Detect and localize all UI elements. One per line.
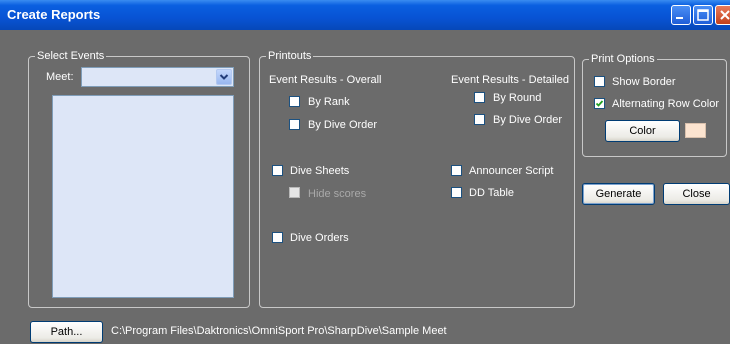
maximize-icon — [697, 9, 709, 21]
close-button[interactable]: Close — [663, 183, 730, 205]
close-window-button[interactable] — [715, 5, 730, 25]
title-bar[interactable]: Create Reports — [0, 0, 730, 30]
checkmark-icon — [595, 100, 604, 107]
minimize-icon — [676, 17, 683, 19]
by-round-label[interactable]: By Round — [493, 92, 541, 105]
alternating-row-color-checkbox[interactable] — [594, 98, 605, 109]
dive-orders-label[interactable]: Dive Orders — [290, 232, 349, 245]
announcer-script-label[interactable]: Announcer Script — [469, 165, 553, 178]
dd-table-checkbox[interactable] — [451, 187, 462, 198]
meet-dropdown[interactable] — [81, 67, 234, 87]
detailed-heading: Event Results - Detailed — [451, 74, 569, 86]
select-events-legend: Select Events — [35, 50, 107, 63]
show-border-label[interactable]: Show Border — [612, 76, 676, 89]
overall-by-dive-order-checkbox[interactable] — [289, 119, 300, 130]
minimize-button[interactable] — [671, 5, 691, 25]
by-rank-checkbox[interactable] — [289, 96, 300, 107]
print-options-legend: Print Options — [589, 53, 657, 66]
chevron-down-icon — [219, 74, 229, 80]
dive-orders-checkbox[interactable] — [272, 232, 283, 243]
by-round-checkbox[interactable] — [474, 92, 485, 103]
show-border-checkbox[interactable] — [594, 76, 605, 87]
printouts-legend: Printouts — [266, 50, 314, 63]
window-title: Create Reports — [7, 7, 101, 22]
detailed-by-dive-order-label[interactable]: By Dive Order — [493, 114, 562, 127]
meet-label: Meet: — [46, 71, 74, 83]
dive-sheets-label[interactable]: Dive Sheets — [290, 165, 349, 178]
color-swatch — [685, 123, 706, 138]
dd-table-label[interactable]: DD Table — [469, 187, 514, 200]
create-reports-window: Create Reports Select Events Meet: Print… — [0, 0, 730, 344]
detailed-by-dive-order-checkbox[interactable] — [474, 114, 485, 125]
overall-heading: Event Results - Overall — [269, 74, 382, 86]
events-listbox[interactable] — [52, 95, 234, 298]
hide-scores-label: Hide scores — [308, 188, 367, 200]
dive-sheets-checkbox[interactable] — [272, 165, 283, 176]
hide-scores-checkbox — [289, 187, 300, 198]
meet-dropdown-button[interactable] — [216, 69, 232, 85]
generate-button[interactable]: Generate — [582, 183, 655, 205]
by-rank-label[interactable]: By Rank — [308, 96, 350, 109]
color-button[interactable]: Color — [605, 120, 680, 142]
overall-by-dive-order-label[interactable]: By Dive Order — [308, 119, 377, 132]
path-button[interactable]: Path... — [30, 321, 103, 343]
close-icon — [720, 10, 730, 20]
announcer-script-checkbox[interactable] — [451, 165, 462, 176]
maximize-button[interactable] — [693, 5, 713, 25]
path-value: C:\Program Files\Daktronics\OmniSport Pr… — [111, 325, 447, 337]
alternating-row-color-label[interactable]: Alternating Row Color — [612, 98, 719, 111]
